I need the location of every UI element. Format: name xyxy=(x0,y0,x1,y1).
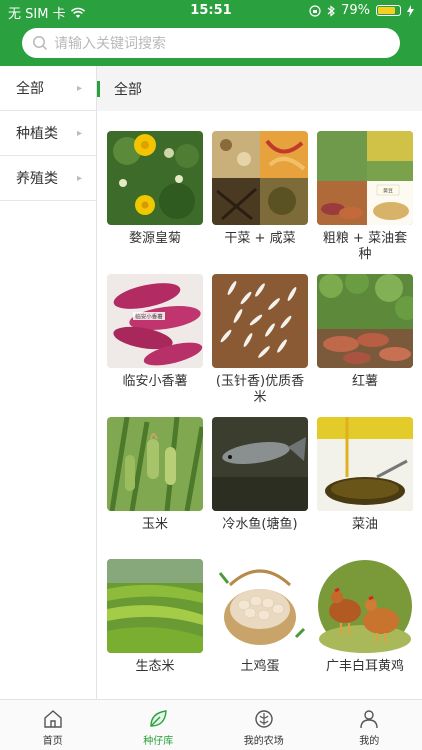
product-name: 粗粮 + 菜油套种 xyxy=(322,231,408,262)
category-sidebar: 全部 ▸ 种植类 ▸ 养殖类 ▸ xyxy=(0,66,97,699)
tab-label: 我的 xyxy=(359,736,380,747)
status-bar: 无 SIM 卡 15:51 79% xyxy=(0,0,422,22)
tab-my-farm[interactable]: 我的农场 xyxy=(211,700,317,750)
product-card-chrysanthemum[interactable]: 婺源皇菊 xyxy=(107,131,203,247)
rice-grains-image xyxy=(212,274,308,368)
product-name: 婺源皇菊 xyxy=(128,231,181,246)
orientation-lock-icon xyxy=(309,4,321,17)
product-card-grains-rapeseed[interactable]: 黄豆 粗粮 + 菜油套种 xyxy=(317,131,413,263)
purple-sweet-potato-image: 临安小香薯 xyxy=(107,274,203,368)
sweet-potato-image xyxy=(317,274,413,368)
tab-label: 首页 xyxy=(42,736,63,747)
category-title: 全部 xyxy=(114,81,142,98)
product-card-cold-water-fish[interactable]: 冷水鱼(塘鱼) xyxy=(212,417,308,533)
product-name: 生态米 xyxy=(135,659,175,674)
product-name: (玉针香)优质香米 xyxy=(215,374,305,405)
rapeseed-oil-image xyxy=(317,417,413,511)
chevron-right-icon: ▸ xyxy=(76,127,82,139)
sidebar-item-label: 养殖类 xyxy=(16,171,58,187)
product-name: 土鸡蛋 xyxy=(240,659,280,674)
eggs-basket-image xyxy=(212,559,308,653)
bluetooth-icon xyxy=(327,4,336,17)
sidebar-item-breeding[interactable]: 养殖类 ▸ xyxy=(0,156,96,201)
product-name: 玉米 xyxy=(141,517,168,532)
tab-label: 种仔库 xyxy=(143,736,174,747)
tab-home[interactable]: 首页 xyxy=(0,700,106,750)
battery-fill xyxy=(378,7,395,14)
sidebar-item-label: 种植类 xyxy=(16,126,58,142)
sidebar-item-all[interactable]: 全部 ▸ xyxy=(0,66,96,111)
charging-icon xyxy=(407,4,414,17)
grain-caption: 黄豆 xyxy=(383,188,393,195)
header: 无 SIM 卡 15:51 79% 请输入关键词搜索 xyxy=(0,0,422,66)
product-card-rapeseed-oil[interactable]: 菜油 xyxy=(317,417,413,533)
product-card-lin-an-sweet-potato[interactable]: 临安小香薯 临安小香薯 xyxy=(107,274,203,390)
tab-seed-library[interactable]: 种仔库 xyxy=(106,700,212,750)
yellow-chicken-image xyxy=(317,559,413,653)
leaf-icon xyxy=(150,710,168,727)
search-placeholder: 请输入关键词搜索 xyxy=(54,36,166,52)
sidebar-item-label: 全部 xyxy=(16,81,44,97)
search-input[interactable]: 请输入关键词搜索 xyxy=(22,28,400,58)
product-name: 红薯 xyxy=(351,374,378,389)
chevron-right-icon: ▸ xyxy=(76,82,82,94)
tab-mine[interactable]: 我的 xyxy=(317,700,422,750)
farm-icon xyxy=(255,710,273,728)
terraced-rice-field-image xyxy=(107,559,203,653)
product-name: 冷水鱼(塘鱼) xyxy=(222,517,298,532)
battery-percent: 79% xyxy=(341,3,370,18)
product-name: 广丰白耳黄鸡 xyxy=(325,659,404,674)
corn-image xyxy=(107,417,203,511)
category-indicator xyxy=(97,80,100,97)
product-card-free-range-eggs[interactable]: 土鸡蛋 xyxy=(212,559,308,675)
status-right: 79% xyxy=(309,3,414,18)
chevron-right-icon: ▸ xyxy=(76,172,82,184)
home-icon xyxy=(44,710,62,728)
product-card-eco-rice[interactable]: 生态米 xyxy=(107,559,203,675)
product-name: 菜油 xyxy=(351,517,378,532)
person-icon xyxy=(360,710,378,729)
product-grid: 婺源皇菊 干菜 + 咸菜 黄豆 粗粮 + 菜油套种 临安小香薯 临安小香薯 (玉… xyxy=(97,111,422,699)
tab-label: 我的农场 xyxy=(243,736,284,747)
sweet-potato-caption: 临安小香薯 xyxy=(135,313,163,321)
product-name: 干菜 + 咸菜 xyxy=(224,231,296,246)
grains-rapeseed-image: 黄豆 xyxy=(317,131,413,225)
product-card-corn[interactable]: 玉米 xyxy=(107,417,203,533)
category-header: 全部 xyxy=(97,66,422,111)
fish-image xyxy=(212,417,308,511)
bottom-tab-bar: 首页 种仔库 我的农场 我的 xyxy=(0,699,422,750)
dried-vegetables-image xyxy=(212,131,308,225)
search-icon xyxy=(33,36,48,51)
product-card-guangfeng-chicken[interactable]: 广丰白耳黄鸡 xyxy=(317,559,413,675)
product-card-sweet-potato[interactable]: 红薯 xyxy=(317,274,413,390)
product-card-dried-vegetables[interactable]: 干菜 + 咸菜 xyxy=(212,131,308,247)
product-card-fragrant-rice[interactable]: (玉针香)优质香米 xyxy=(212,274,308,406)
chrysanthemum-image xyxy=(107,131,203,225)
product-name: 临安小香薯 xyxy=(122,374,188,389)
battery-icon xyxy=(376,5,401,16)
sidebar-item-planting[interactable]: 种植类 ▸ xyxy=(0,111,96,156)
